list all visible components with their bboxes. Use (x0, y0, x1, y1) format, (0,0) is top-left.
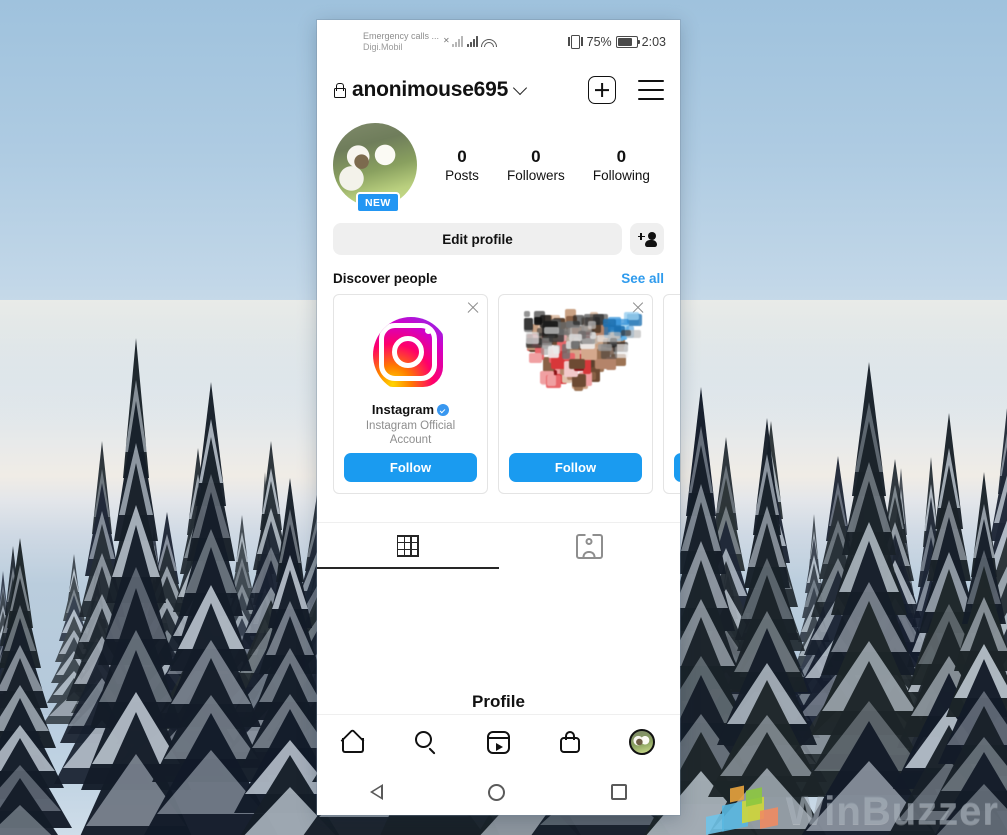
shop-bag-icon[interactable] (559, 731, 580, 753)
see-all-link[interactable]: See all (621, 271, 664, 286)
status-bar: Emergency calls ... Digi.Mobil ✕ 75% 2:0… (317, 20, 680, 63)
following-label: Following (592, 167, 650, 183)
tagged-photos-icon (575, 533, 603, 559)
no-service-x-icon: ✕ (443, 36, 450, 45)
avatar[interactable]: NEW (333, 123, 417, 213)
instagram-logo-icon (372, 317, 449, 393)
stat-posts[interactable]: 0 Posts (445, 146, 479, 185)
new-post-plus-icon[interactable] (588, 76, 616, 104)
vibrate-icon (567, 34, 583, 49)
suggestion-card[interactable]: Follow (498, 294, 653, 494)
carrier-info: Emergency calls ... Digi.Mobil (363, 31, 439, 53)
follow-button[interactable]: Follow (344, 453, 477, 482)
profile-summary-row: NEW 0 Posts 0 Followers 0 Following (317, 117, 680, 213)
discover-people-button[interactable] (630, 223, 664, 255)
profile-action-buttons: Edit profile (317, 207, 680, 255)
posts-label: Posts (445, 167, 479, 183)
stat-following[interactable]: 0 Following (593, 146, 650, 185)
profile-avatar-icon[interactable] (629, 729, 656, 755)
discover-people-carousel[interactable]: Instagram Instagram Official Account Fol… (317, 294, 680, 494)
followers-count: 0 (531, 146, 541, 166)
home-icon[interactable] (341, 731, 366, 754)
grid-icon (396, 535, 419, 557)
posts-count: 0 (457, 146, 467, 166)
search-icon[interactable] (415, 731, 437, 753)
hamburger-menu-icon[interactable] (638, 80, 664, 100)
username-switcher[interactable]: anonimouse695 (333, 78, 528, 102)
recents-square-icon[interactable] (611, 784, 628, 800)
carrier-line-2: Digi.Mobil (363, 41, 403, 52)
new-badge: NEW (356, 192, 400, 213)
carrier-line-1: Emergency calls ... (363, 30, 440, 41)
signal-bars-icon (466, 36, 478, 47)
battery-percent-label: 75% (586, 34, 612, 49)
tab-tagged[interactable] (499, 523, 681, 569)
edit-profile-button[interactable]: Edit profile (333, 223, 622, 255)
tab-grid[interactable] (317, 523, 499, 569)
reels-icon[interactable] (486, 730, 510, 754)
suggestion-card[interactable]: Instagram Instagram Official Account Fol… (333, 294, 488, 494)
profile-stats: 0 Posts 0 Followers 0 Following (417, 146, 664, 185)
signal-bars-empty-icon (451, 36, 463, 47)
discover-people-header: Discover people See all (317, 255, 680, 294)
bottom-navigation-bar (317, 714, 680, 769)
screenshot-root: WinBuzzer Emergency calls ... Digi.Mobil… (0, 0, 1007, 835)
follow-button[interactable]: Follow (509, 453, 642, 482)
empty-grid-content (317, 569, 680, 692)
verified-badge-icon (437, 403, 450, 416)
stat-followers[interactable]: 0 Followers (507, 146, 565, 185)
pixelated-avatar-icon (516, 307, 642, 437)
suggestion-name-row: Instagram (371, 402, 450, 417)
close-icon[interactable] (466, 301, 480, 315)
profile-content-tabs (317, 522, 680, 569)
chevron-down-icon[interactable] (513, 80, 528, 95)
username-label: anonimouse695 (352, 78, 509, 101)
discover-people-title: Discover people (333, 271, 438, 286)
suggestion-card[interactable]: Follow (663, 294, 680, 494)
lock-icon (333, 82, 346, 98)
wifi-icon (480, 36, 497, 47)
status-right-cluster: 75% 2:03 (567, 34, 666, 49)
battery-icon (615, 35, 640, 48)
profile-header: anonimouse695 (317, 63, 680, 117)
home-circle-icon[interactable] (488, 783, 506, 801)
header-actions (588, 76, 664, 104)
status-signal-icons: ✕ (443, 36, 497, 47)
phone-screen: Emergency calls ... Digi.Mobil ✕ 75% 2:0… (317, 20, 680, 815)
following-count: 0 (616, 146, 627, 166)
profile-tooltip-label: Profile (472, 692, 525, 711)
add-person-icon (637, 231, 657, 247)
followers-label: Followers (506, 167, 565, 183)
follow-button[interactable]: Follow (674, 453, 680, 482)
back-triangle-icon[interactable] (369, 784, 383, 800)
suggestion-subtitle: Instagram Official Account (365, 420, 456, 446)
suggestion-name: Instagram (371, 402, 435, 417)
clock-label: 2:03 (641, 34, 666, 49)
android-navigation-bar (317, 769, 680, 815)
